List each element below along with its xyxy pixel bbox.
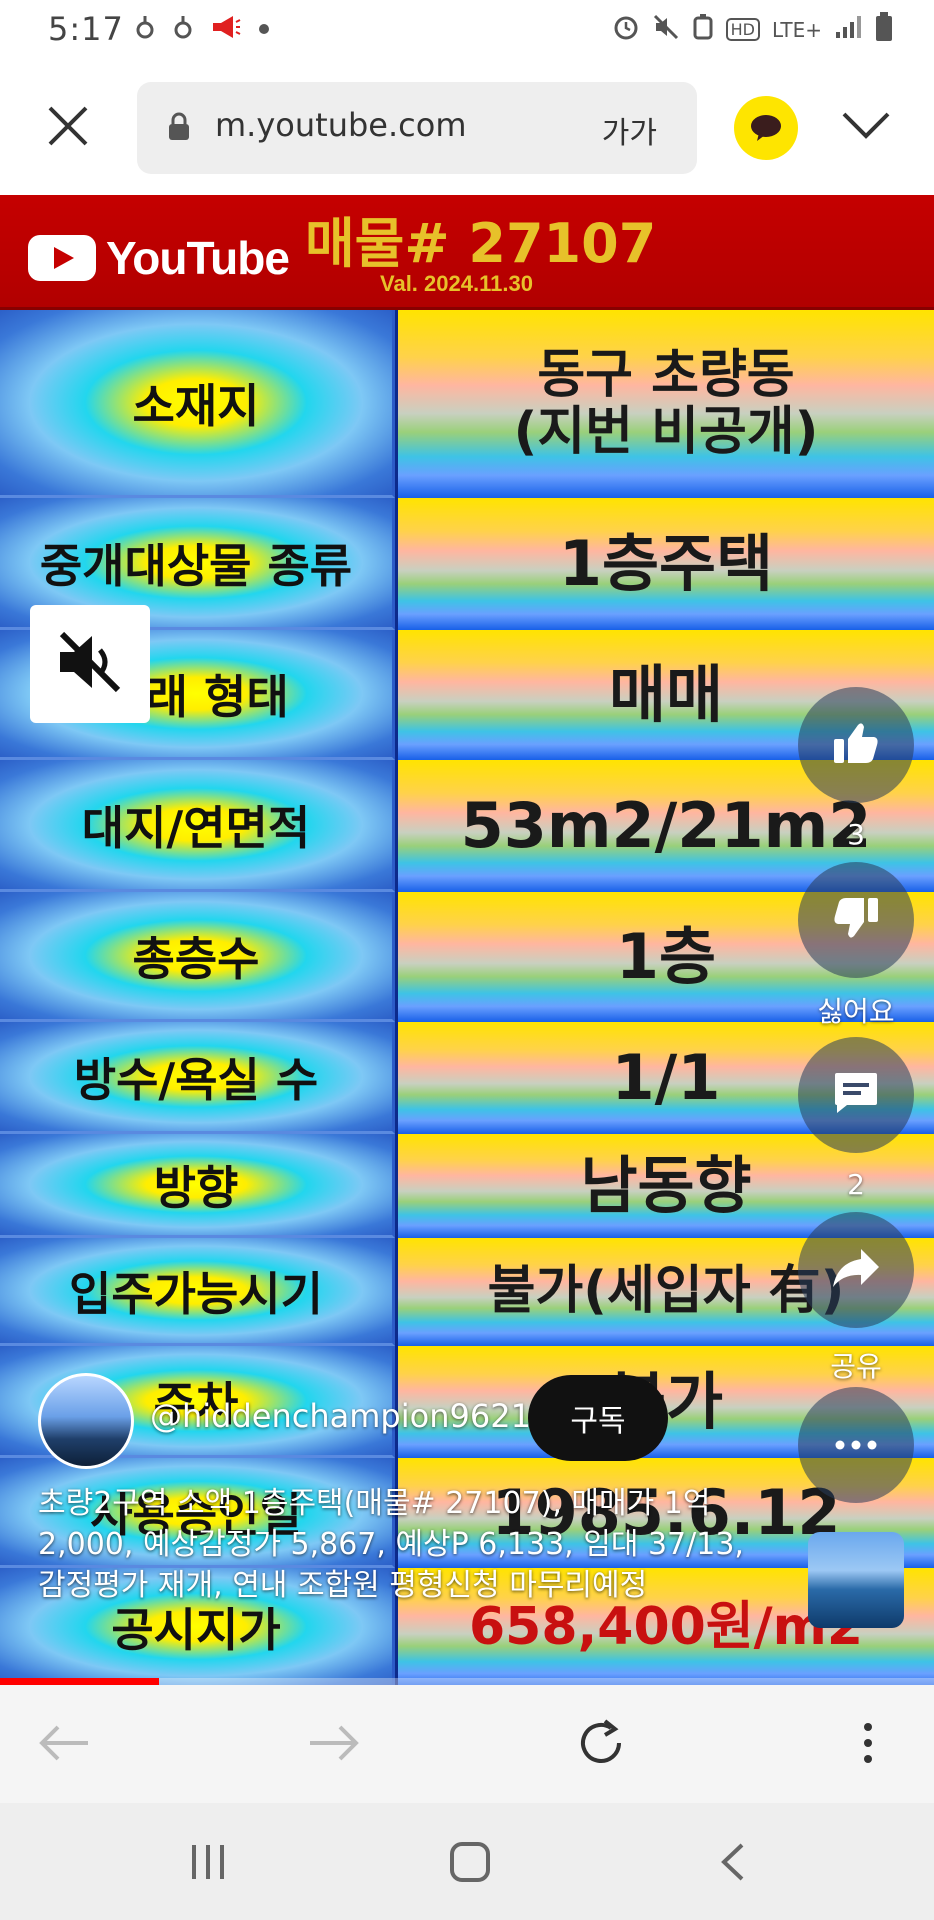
more-notifications-icon [259,24,269,34]
chevron-down-icon[interactable] [840,110,892,144]
recent-apps-icon[interactable] [188,1843,228,1885]
address-bar[interactable]: m.youtube.com 가가 [137,82,697,174]
row-label-cell: 소재지 [0,310,395,498]
status-left-icons [135,14,269,44]
youtube-play-icon [28,235,96,281]
row-label: 중개대상물 종류 [39,538,353,593]
row-label-cell: 방수/욕실 수 [0,1022,395,1134]
share-icon [831,1247,881,1293]
share-label: 공유 [830,1350,882,1383]
forward-arrow-icon[interactable] [308,1723,360,1767]
video-progress-bar[interactable] [0,1678,934,1685]
browser-toolbar: m.youtube.com 가가 [0,62,934,192]
system-nav-bar [0,1803,934,1920]
comment-icon [833,1071,879,1119]
row-label-cell: 입주가능시기 [0,1238,395,1346]
youtube-logo: YouTube [28,231,290,285]
thumbs-down-icon [832,896,880,944]
row-value-cell: 1층주택 [398,498,934,630]
row-value: 658,400원/m2 [468,1597,864,1658]
row-label: 소재지 [132,378,260,433]
hd-badge: HD [725,18,760,41]
row-label-cell: 방향 [0,1134,395,1238]
row-label: 총층수 [132,931,260,986]
more-vert-icon[interactable] [862,1721,874,1769]
row-label-cell: 총층수 [0,892,395,1022]
mute-icon [652,13,680,46]
valuation-date: Val. 2024.11.30 [380,271,533,296]
table-row: 소재지 동구 초량동 (지번 비공개) [0,310,934,498]
row-value: 1/1 [611,1040,721,1114]
volume-off-icon [54,628,126,700]
notification-icon [135,14,155,44]
more-actions-button[interactable] [798,1387,914,1503]
home-icon[interactable] [448,1841,492,1887]
video-banner: YouTube 매물# 27107 Val. 2024.11.30 [0,195,934,310]
row-label-cell: 대지/연면적 [0,760,395,892]
channel-handle[interactable]: @hiddenchampion9621 [150,1397,531,1435]
row-value: 남동향 [580,1148,752,1222]
back-arrow-icon[interactable] [38,1723,90,1767]
thumbs-up-icon [832,721,880,769]
alarm-icon [612,13,640,46]
battery-icon [874,12,894,47]
reload-icon[interactable] [575,1717,627,1773]
network-type: LTE+ [772,17,822,42]
subscribe-button[interactable]: 구독 [528,1375,668,1461]
row-value: 1층 [615,919,717,993]
back-icon[interactable] [718,1841,746,1887]
row-label: 입주가능시기 [69,1266,323,1321]
row-label: 방향 [153,1160,239,1215]
comments-button[interactable] [798,1037,914,1153]
row-value-cell: 동구 초량동 (지번 비공개) [398,310,934,498]
megaphone-icon [211,14,241,44]
row-value: 불가(세입자 有) [487,1261,845,1322]
text-size-button[interactable]: 가가 [602,108,657,152]
like-count: 3 [847,818,865,851]
row-label: 대지/연면적 [81,800,311,855]
more-horiz-icon [834,1436,878,1455]
kakao-chat-icon[interactable] [734,96,798,160]
browser-bottom-bar [0,1685,934,1803]
table-row: 방수/욕실 수 1/1 [0,1022,934,1134]
like-button[interactable] [798,687,914,803]
close-icon[interactable] [44,102,92,150]
row-label: 방수/욕실 수 [73,1052,319,1107]
sound-thumbnail[interactable] [808,1532,904,1628]
dislike-label: 싫어요 [817,995,895,1028]
share-button[interactable] [798,1212,914,1328]
avatar[interactable] [38,1373,134,1469]
video-progress-fill [0,1678,159,1685]
youtube-wordmark: YouTube [106,232,290,284]
listing-title: 매물# 27107 [305,212,657,275]
status-time: 5:17 [48,10,124,48]
channel-info[interactable]: @hiddenchampion9621 [38,1373,531,1469]
unmute-button[interactable] [30,605,150,723]
row-value: 동구 초량동 (지번 비공개) [513,344,819,462]
lock-icon [167,112,191,146]
video-player[interactable]: YouTube 매물# 27107 Val. 2024.11.30 소재지 동구… [0,195,934,1685]
comment-count: 2 [847,1168,865,1201]
notification-icon [173,14,193,44]
row-value: 1층주택 [558,526,774,600]
url-text: m.youtube.com [215,106,467,144]
signal-icon [834,14,862,45]
status-right-icons: HD LTE+ [612,12,894,47]
dislike-button[interactable] [798,862,914,978]
row-value: 매매 [608,657,724,731]
table-row: 입주가능시기 불가(세입자 有) [0,1238,934,1346]
battery-saver-icon [692,13,714,46]
video-description[interactable]: 초량2구역 소액 1층주택(매물# 27107), 매매가 1억 2,000, … [38,1483,768,1606]
status-bar: 5:17 HD LTE+ [0,0,934,60]
